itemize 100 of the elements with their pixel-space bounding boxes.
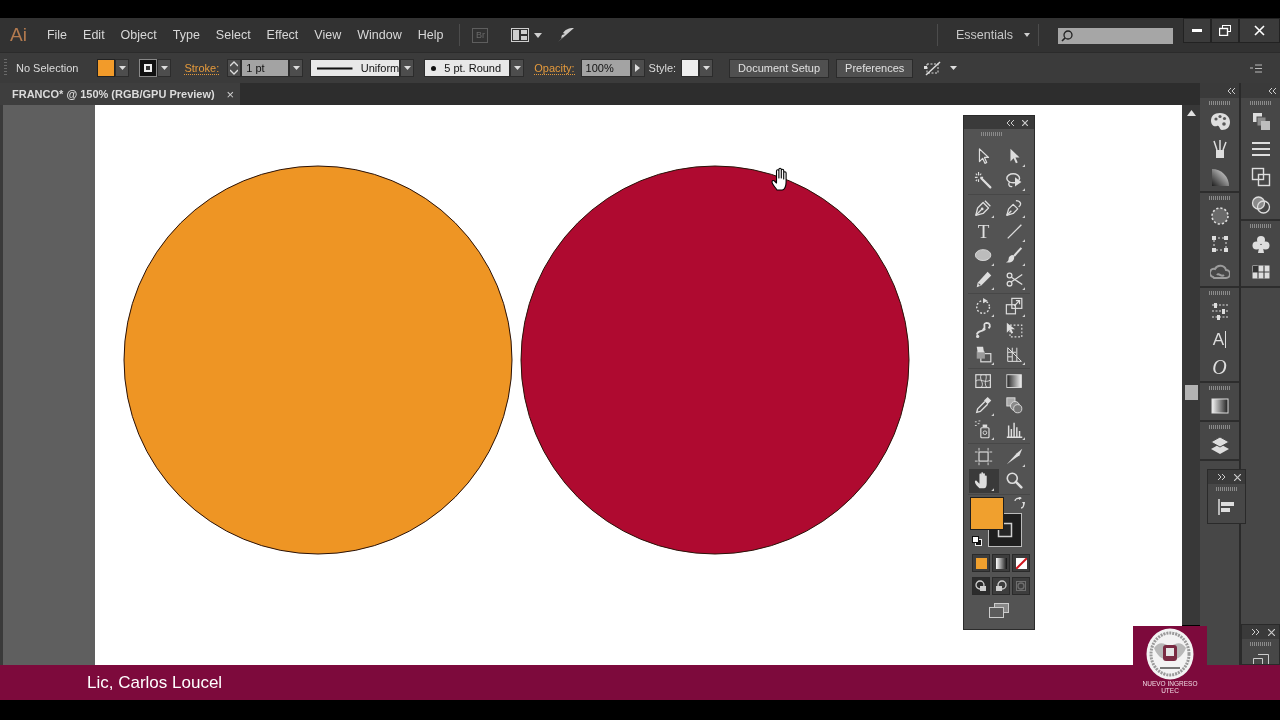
dropdown-button[interactable]	[115, 59, 130, 77]
menu-item[interactable]: Edit	[83, 25, 105, 45]
caret-icon[interactable]	[702, 66, 710, 70]
style-swatch[interactable]	[681, 59, 700, 77]
layout-icon[interactable]	[511, 28, 530, 42]
opacity-field[interactable]: 100%	[580, 59, 631, 77]
dotted-rotate-icon[interactable]	[973, 297, 994, 317]
crop-square-icon[interactable]	[973, 447, 994, 467]
minimize-button[interactable]	[1183, 18, 1211, 43]
tool-button[interactable]	[968, 469, 999, 493]
menu-item[interactable]: File	[46, 25, 68, 45]
caret-icon[interactable]	[1024, 33, 1030, 37]
grip-icon[interactable]	[1249, 101, 1272, 105]
grip-icon[interactable]	[1208, 425, 1231, 429]
dropdown-button[interactable]	[699, 59, 714, 77]
paintbrush-icon[interactable]	[1004, 246, 1025, 266]
grip-icon[interactable]	[981, 132, 1003, 136]
grip-icon[interactable]	[1249, 224, 1272, 228]
curve-pen-nib-icon[interactable]	[1004, 198, 1025, 218]
dashed-frame-arrow-icon[interactable]	[1004, 321, 1025, 341]
double-chevron-icon[interactable]	[1268, 87, 1276, 94]
close-icon[interactable]	[1234, 473, 1241, 481]
zoom-icon[interactable]	[1004, 471, 1025, 491]
lasso-icon[interactable]	[1004, 171, 1025, 191]
stroke-profile-dropdown[interactable]: Uniform	[310, 59, 401, 77]
caret-icon[interactable]	[160, 66, 168, 70]
dropdown-button[interactable]	[510, 59, 525, 77]
magic-wand-icon[interactable]	[973, 171, 994, 191]
fill-swatch[interactable]	[97, 59, 116, 77]
scissors-icon[interactable]	[1004, 270, 1025, 290]
align-bars-icon[interactable]	[1217, 499, 1236, 515]
grip-icon[interactable]	[1208, 101, 1231, 105]
caret-icon[interactable]	[534, 32, 543, 38]
double-chevron-icon[interactable]	[1252, 629, 1260, 635]
toolbar-button[interactable]: Document Setup	[729, 58, 830, 78]
squiggle-icon[interactable]	[973, 321, 994, 341]
search-field[interactable]	[1058, 27, 1173, 44]
close-button[interactable]	[1239, 18, 1280, 43]
caret-icon[interactable]	[292, 66, 300, 70]
grip-icon[interactable]	[1208, 196, 1231, 200]
close-icon[interactable]	[1022, 119, 1028, 126]
restore-icon[interactable]	[1219, 25, 1231, 36]
hand-icon[interactable]	[973, 471, 994, 491]
swatch-pair-icon[interactable]	[972, 536, 982, 546]
menu-item[interactable]: Effect	[266, 25, 299, 45]
scrollbar-thumb[interactable]	[1184, 385, 1198, 400]
right-triangle-icon[interactable]	[635, 64, 641, 72]
dropdown-button[interactable]	[289, 59, 304, 77]
opacity-panel-link[interactable]: Opacity:	[534, 61, 575, 75]
close-button[interactable]: ×	[226, 86, 234, 102]
vertical-scrollbar[interactable]	[1182, 105, 1200, 625]
menu-item[interactable]: Select	[215, 25, 251, 45]
up-arrow-icon[interactable]	[1186, 110, 1196, 116]
overlapping-screens-icon[interactable]	[989, 603, 1009, 618]
menu-item[interactable]: Object	[120, 25, 157, 45]
eyedropper-icon[interactable]	[973, 396, 994, 416]
workspace-switcher[interactable]: Essentials	[956, 25, 1030, 45]
menu-item[interactable]: Type	[172, 25, 200, 45]
tool-button[interactable]: T	[968, 220, 999, 244]
fill-swatch[interactable]	[970, 497, 1004, 530]
close-icon[interactable]	[1268, 628, 1275, 636]
bar-chart-icon[interactable]	[1004, 420, 1025, 440]
arrange-documents-button[interactable]	[511, 28, 543, 42]
pen-nib-icon[interactable]	[973, 198, 994, 218]
swap-arrows-icon[interactable]	[1013, 497, 1025, 509]
caret-icon[interactable]	[950, 66, 958, 70]
double-chevron-icon[interactable]	[1218, 474, 1226, 480]
dropdown-button[interactable]	[157, 59, 172, 77]
stroke-weight-field[interactable]: 1 pt	[241, 59, 290, 77]
document-tab[interactable]: FRANCO* @ 150% (RGB/GPU Preview) ×	[0, 83, 240, 105]
brush-dropdown[interactable]: 5 pt. Round	[424, 59, 511, 77]
grip-icon[interactable]	[1208, 291, 1231, 295]
ellipse-icon[interactable]	[973, 246, 994, 266]
perspective-grid-icon[interactable]	[1004, 345, 1025, 365]
grip-icon[interactable]	[1249, 642, 1272, 646]
menu-item[interactable]: Window	[357, 25, 402, 45]
double-chevron-icon[interactable]	[1227, 87, 1235, 94]
panel-menu-icon[interactable]	[1250, 63, 1262, 73]
grip-icon[interactable]	[4, 59, 7, 77]
grip-icon[interactable]	[1208, 386, 1231, 390]
panel-button[interactable]: A	[1205, 325, 1234, 353]
menu-item[interactable]: View	[314, 25, 342, 45]
caret-icon[interactable]	[403, 66, 411, 70]
crossed-frame-icon[interactable]	[924, 60, 943, 76]
scale-squares-icon[interactable]	[1004, 297, 1025, 317]
dropdown-button[interactable]	[400, 59, 415, 77]
isolate-button[interactable]	[924, 60, 958, 76]
restore-button[interactable]	[1211, 18, 1239, 43]
caret-icon[interactable]	[118, 66, 126, 70]
blend-shapes-icon[interactable]	[1004, 396, 1025, 416]
grip-icon[interactable]	[1215, 487, 1238, 491]
menu-item[interactable]: Help	[417, 25, 444, 45]
double-chevron-icon[interactable]	[1006, 119, 1014, 126]
panel-button[interactable]: O	[1205, 353, 1234, 381]
stroke-panel-link[interactable]: Stroke:	[184, 61, 220, 75]
stacked-frames-icon[interactable]	[1252, 654, 1269, 664]
caret-icon[interactable]	[513, 66, 521, 70]
toolbar-button[interactable]: Preferences	[836, 58, 914, 78]
stroke-swatch[interactable]	[139, 59, 158, 77]
spray-can-icon[interactable]	[973, 420, 994, 440]
